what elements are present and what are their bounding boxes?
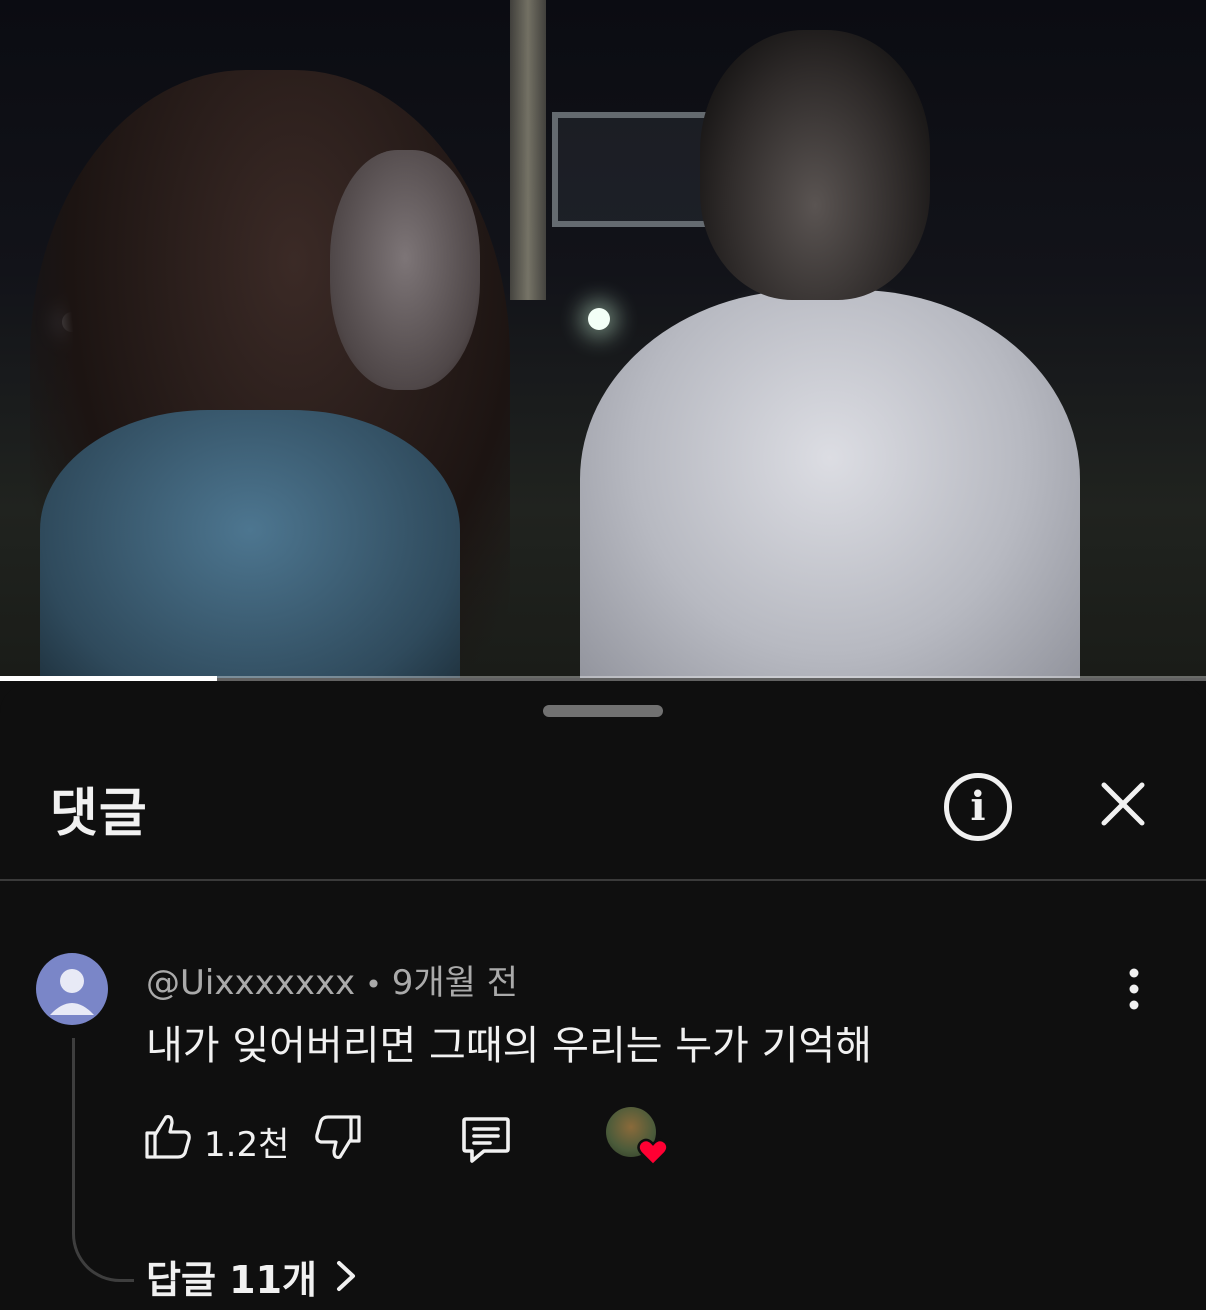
panel-divider xyxy=(0,879,1206,881)
comment-text: 내가 잊어버리면 그때의 우리는 누가 기억해 xyxy=(146,1023,872,1069)
comments-panel: 댓글 i @Uixxxxxxx • 9개월 전 내가 잊어버리면 그때의 우리는 누… xyxy=(0,683,1206,1310)
video-player[interactable] xyxy=(0,0,1206,678)
creator-heart-icon xyxy=(606,1107,672,1173)
panel-title: 댓글 xyxy=(50,784,148,844)
like-count: 1.2천 xyxy=(204,1125,290,1165)
info-icon-glyph: i xyxy=(970,783,986,830)
chevron-right-icon xyxy=(337,1261,355,1291)
meta-separator: • xyxy=(365,968,382,1001)
heart-icon xyxy=(637,1138,669,1167)
view-replies-button[interactable]: 답글 11개 xyxy=(146,1251,357,1302)
comment-meta: @Uixxxxxxx • 9개월 전 xyxy=(146,955,518,1004)
video-frame-person xyxy=(580,290,1080,678)
comment-timestamp: 9개월 전 xyxy=(391,963,518,1003)
default-avatar-icon xyxy=(50,969,94,1015)
thumbs-up-icon[interactable] xyxy=(142,1111,194,1163)
thumbs-down-icon[interactable] xyxy=(312,1111,364,1163)
video-frame-person xyxy=(40,410,460,678)
video-frame-light xyxy=(588,308,610,330)
comment-author[interactable]: @Uixxxxxxx xyxy=(146,963,355,1003)
video-progress-fill xyxy=(0,676,218,681)
close-icon[interactable] xyxy=(1094,775,1152,833)
more-vert-icon[interactable] xyxy=(1116,965,1152,1013)
avatar[interactable] xyxy=(36,953,108,1025)
replies-label: 답글 11개 xyxy=(146,1257,317,1302)
info-icon[interactable]: i xyxy=(944,773,1012,841)
video-frame-pole xyxy=(510,0,546,300)
drag-handle[interactable] xyxy=(543,705,663,717)
reply-icon[interactable] xyxy=(458,1111,514,1167)
comment-actions: 1.2천 xyxy=(0,1103,1206,1173)
video-frame-person xyxy=(330,150,480,390)
video-frame-person xyxy=(700,30,930,300)
